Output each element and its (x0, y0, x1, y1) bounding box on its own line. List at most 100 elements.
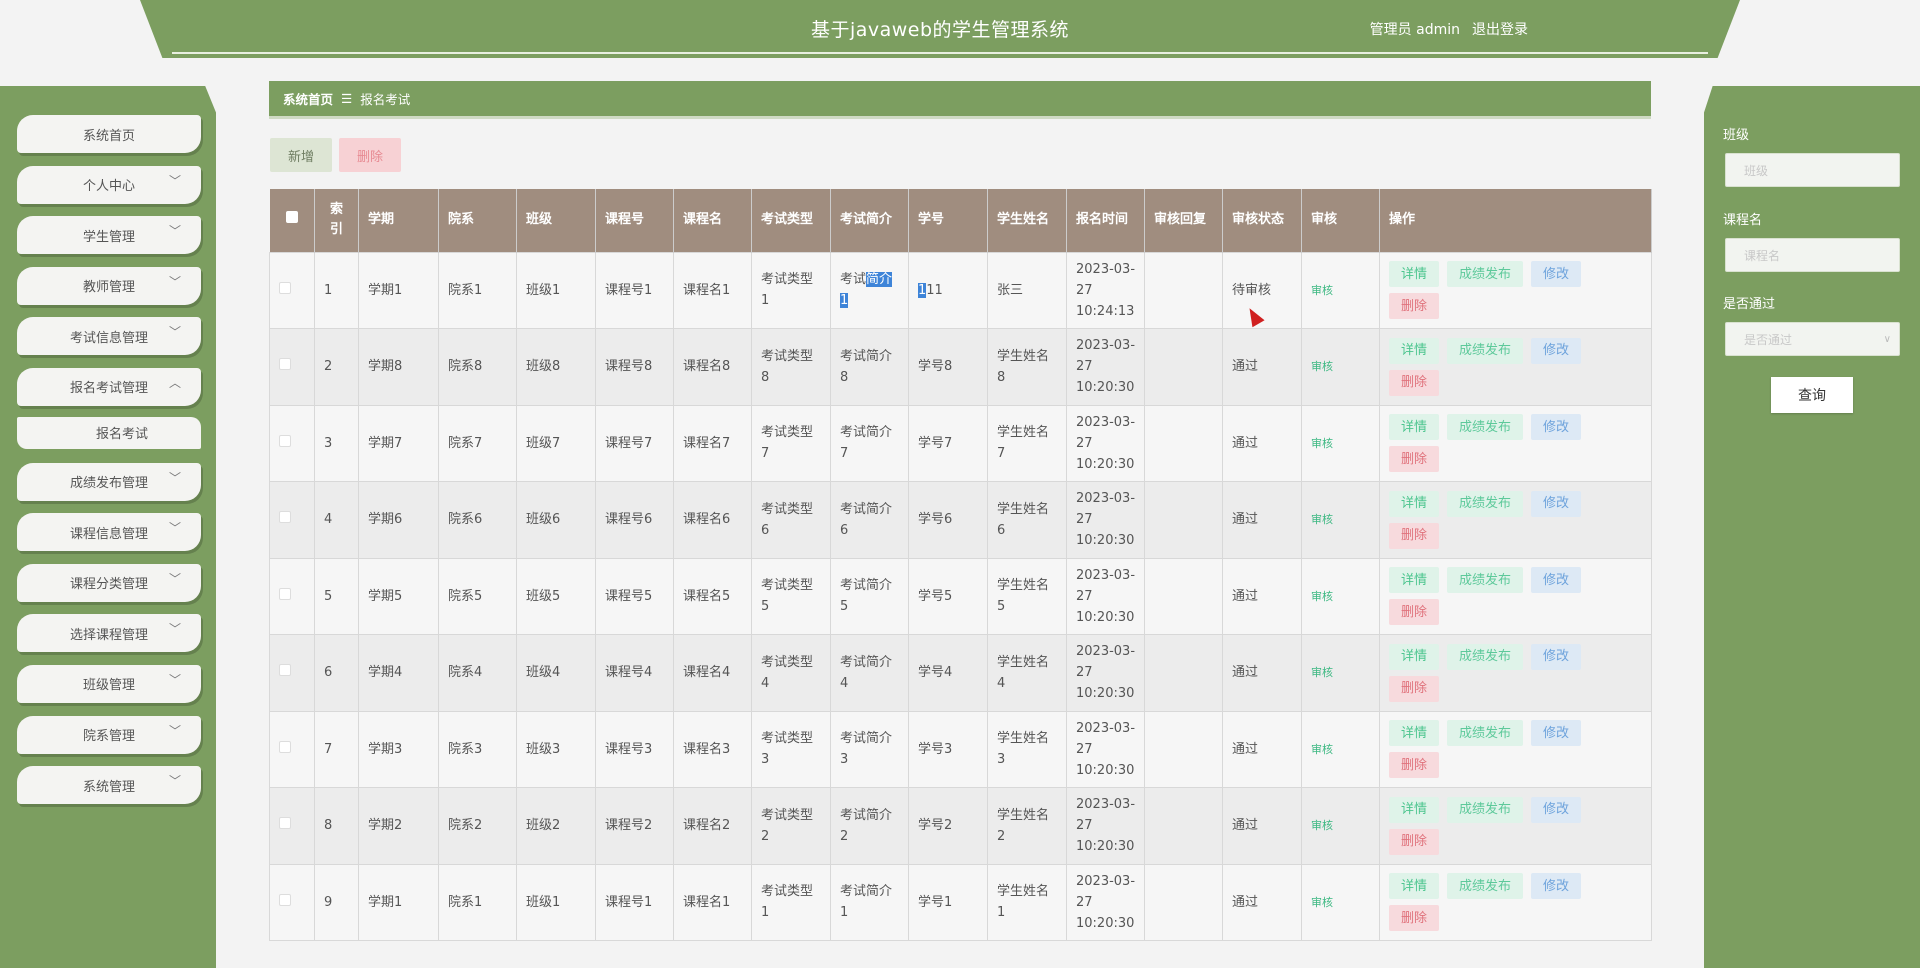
edit-button[interactable]: 修改 (1531, 643, 1582, 670)
publish-grade-button[interactable]: 成绩发布 (1447, 337, 1524, 364)
edit-button[interactable]: 修改 (1531, 567, 1582, 594)
add-button[interactable]: 新增 (270, 138, 332, 172)
cell-register-time: 2023-03-27 10:20:30 (1066, 328, 1145, 406)
cell-class: 班级6 (516, 481, 596, 559)
delete-button[interactable]: 删除 (1389, 369, 1440, 396)
edit-button[interactable]: 修改 (1531, 720, 1582, 747)
column-header: 审核状态 (1222, 189, 1302, 252)
sidebar-item-exam-info-management[interactable]: 考试信息管理 ﹀ (17, 317, 201, 356)
audit-link[interactable]: 审核 (1311, 590, 1333, 603)
publish-grade-button[interactable]: 成绩发布 (1447, 414, 1524, 441)
edit-button[interactable]: 修改 (1531, 414, 1582, 441)
publish-grade-button[interactable]: 成绩发布 (1447, 643, 1524, 670)
delete-button[interactable]: 删除 (1389, 905, 1440, 932)
audit-link[interactable]: 审核 (1311, 819, 1333, 832)
row-select-cell[interactable] (269, 404, 315, 482)
detail-button[interactable]: 详情 (1389, 414, 1440, 441)
publish-grade-button[interactable]: 成绩发布 (1447, 873, 1524, 900)
select-all-header[interactable] (269, 189, 315, 252)
row-select-cell[interactable] (269, 481, 315, 559)
course-filter-input[interactable]: 课程名 (1725, 238, 1900, 272)
audit-link[interactable]: 审核 (1311, 743, 1333, 756)
row-checkbox[interactable] (279, 511, 291, 524)
pass-filter-select[interactable]: 是否通过 ∨ (1725, 322, 1900, 356)
delete-button[interactable]: 删除 (1389, 752, 1440, 779)
sidebar-subitem-exam-registration[interactable]: 报名考试 (17, 416, 201, 449)
row-select-cell[interactable] (269, 787, 315, 865)
detail-button[interactable]: 详情 (1389, 490, 1440, 517)
edit-button[interactable]: 修改 (1531, 490, 1582, 517)
row-checkbox[interactable] (279, 893, 291, 906)
search-button[interactable]: 查询 (1771, 377, 1853, 413)
sidebar-item-system-management[interactable]: 系统管理 ﹀ (17, 766, 201, 805)
delete-button[interactable]: 删除 (1389, 522, 1440, 549)
detail-button[interactable]: 详情 (1389, 796, 1440, 823)
row-select-cell[interactable] (269, 251, 315, 329)
audit-link[interactable]: 审核 (1311, 284, 1333, 297)
delete-button[interactable]: 删除 (1389, 828, 1440, 855)
sidebar-item-exam-registration-management[interactable]: 报名考试管理 ︿ (17, 367, 201, 406)
row-select-cell[interactable] (269, 557, 315, 635)
column-header: 操作 (1379, 189, 1652, 252)
batch-delete-button[interactable]: 删除 (339, 138, 401, 172)
detail-button[interactable]: 详情 (1389, 873, 1440, 900)
publish-grade-button[interactable]: 成绩发布 (1447, 490, 1524, 517)
edit-button[interactable]: 修改 (1531, 796, 1582, 823)
row-select-cell[interactable] (269, 863, 315, 941)
cell-exam-type: 考试类型6 (751, 481, 831, 559)
detail-button[interactable]: 详情 (1389, 337, 1440, 364)
sidebar-item-personal-center[interactable]: 个人中心 ﹀ (17, 165, 201, 204)
sidebar-item-course-info-management[interactable]: 课程信息管理 ﹀ (17, 513, 201, 552)
sidebar-item-department-management[interactable]: 院系管理 ﹀ (17, 715, 201, 754)
sidebar-item-home[interactable]: 系统首页 (17, 115, 201, 153)
row-checkbox[interactable] (279, 358, 291, 371)
sidebar-item-teacher-management[interactable]: 教师管理 ﹀ (17, 266, 201, 305)
publish-grade-button[interactable]: 成绩发布 (1447, 261, 1524, 288)
sidebar-item-class-management[interactable]: 班级管理 ﹀ (17, 664, 201, 703)
sidebar-item-student-management[interactable]: 学生管理 ﹀ (17, 216, 201, 255)
detail-button[interactable]: 详情 (1389, 567, 1440, 594)
audit-link[interactable]: 审核 (1311, 360, 1333, 373)
row-checkbox[interactable] (279, 664, 291, 677)
publish-grade-button[interactable]: 成绩发布 (1447, 567, 1524, 594)
edit-button[interactable]: 修改 (1531, 261, 1582, 288)
delete-button[interactable]: 删除 (1389, 675, 1440, 702)
edit-button[interactable]: 修改 (1531, 873, 1582, 900)
cell-student-no: 111 (908, 251, 988, 329)
sidebar-item-course-category-management[interactable]: 课程分类管理 ﹀ (17, 563, 201, 602)
publish-grade-button[interactable]: 成绩发布 (1447, 720, 1524, 747)
row-checkbox[interactable] (279, 281, 291, 294)
detail-button[interactable]: 详情 (1389, 643, 1440, 670)
chevron-down-icon: ﹀ (168, 274, 181, 289)
row-checkbox[interactable] (279, 587, 291, 600)
select-all-checkbox[interactable] (285, 211, 298, 224)
audit-link[interactable]: 审核 (1311, 666, 1333, 679)
row-select-cell[interactable] (269, 328, 315, 406)
delete-button[interactable]: 删除 (1389, 446, 1440, 473)
sidebar-item-course-selection-management[interactable]: 选择课程管理 ﹀ (17, 614, 201, 653)
audit-link[interactable]: 审核 (1311, 896, 1333, 909)
audit-link[interactable]: 审核 (1311, 437, 1333, 450)
cell-exam-intro: 考试简介4 (830, 634, 909, 712)
detail-button[interactable]: 详情 (1389, 720, 1440, 747)
cell-department: 院系4 (438, 634, 517, 712)
class-filter-input[interactable]: 班级 (1725, 153, 1900, 187)
logout-link[interactable]: 退出登录 (1472, 19, 1528, 39)
delete-button[interactable]: 删除 (1389, 599, 1440, 626)
edit-button[interactable]: 修改 (1531, 337, 1582, 364)
row-select-cell[interactable] (269, 710, 315, 788)
delete-button[interactable]: 删除 (1389, 293, 1440, 320)
current-user-label: 管理员 admin (1369, 22, 1460, 38)
cell-operations: 详情 成绩发布 修改删除 (1379, 481, 1652, 559)
row-select-cell[interactable] (269, 634, 315, 712)
row-checkbox[interactable] (279, 817, 291, 830)
breadcrumb-home-link[interactable]: 系统首页 (283, 89, 333, 108)
row-checkbox[interactable] (279, 740, 291, 753)
cell-audit-reply (1144, 328, 1223, 406)
sidebar-item-grade-publish-management[interactable]: 成绩发布管理 ﹀ (17, 462, 201, 501)
cell-class: 班级1 (516, 251, 596, 329)
detail-button[interactable]: 详情 (1389, 261, 1440, 288)
row-checkbox[interactable] (279, 434, 291, 447)
audit-link[interactable]: 审核 (1311, 513, 1333, 526)
publish-grade-button[interactable]: 成绩发布 (1447, 796, 1524, 823)
